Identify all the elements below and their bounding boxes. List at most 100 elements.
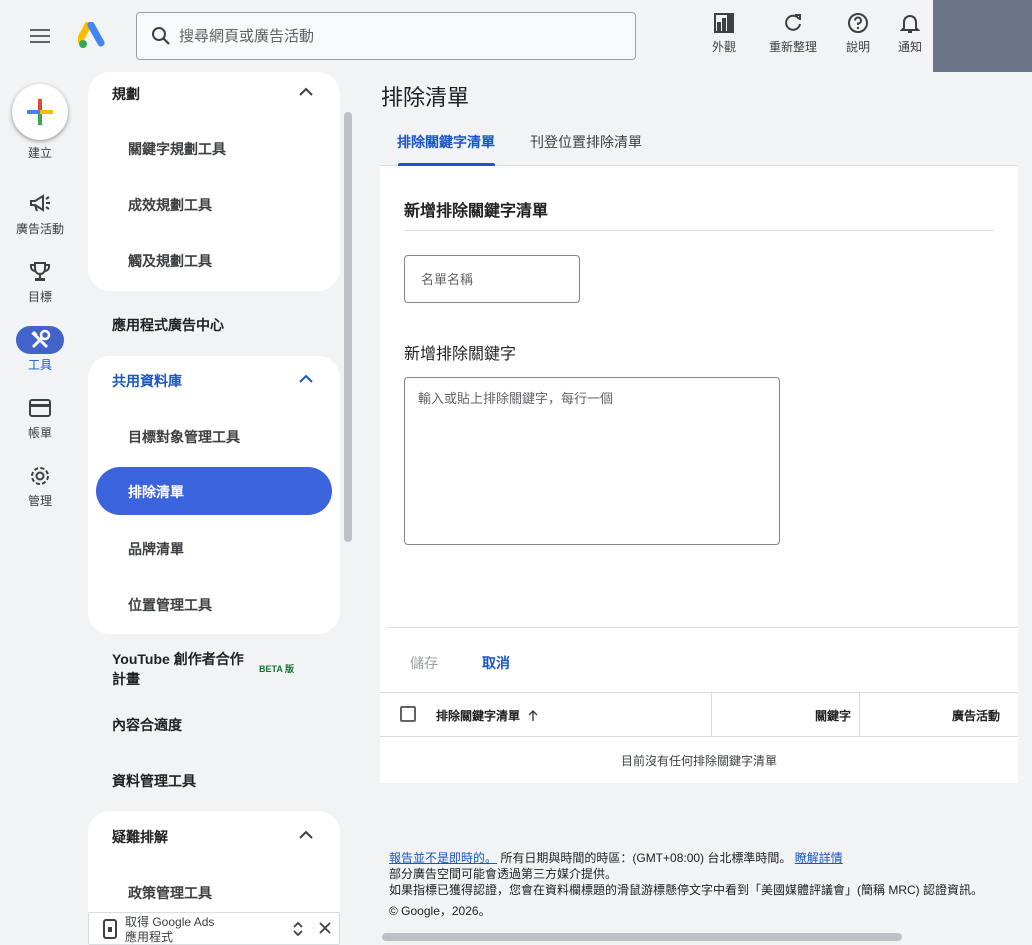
menu-icon[interactable] [24, 22, 56, 50]
gear-icon [31, 467, 49, 485]
create-button[interactable] [12, 84, 68, 140]
planning-section: 規劃 關鍵字規劃工具 成效規劃工具 觸及規劃工具 [88, 72, 340, 291]
get-app-text: 取得 Google Ads 應用程式 [125, 915, 214, 945]
close-icon[interactable] [319, 922, 331, 934]
page-title: 排除清單 [381, 85, 470, 110]
rail-label-campaigns: 廣告活動 [15, 222, 64, 236]
sidenav-scrollbar[interactable] [344, 112, 352, 542]
help-label: 說明 [845, 40, 870, 54]
nav-performance-planner[interactable]: 成效規劃工具 [128, 195, 212, 215]
nav-youtube-creator-line1: YouTube 創作者合作 [112, 651, 244, 667]
planning-header: 規劃 [112, 86, 140, 102]
rail-item-goals[interactable]: 目標 [0, 258, 80, 305]
keywords-textarea[interactable] [404, 377, 780, 545]
nav-content-suitability[interactable]: 內容合適度 [112, 715, 182, 735]
nav-data-manager[interactable]: 資料管理工具 [112, 771, 196, 791]
appearance-label: 外觀 [711, 40, 736, 54]
rail-item-billing[interactable]: 帳單 [0, 394, 80, 441]
copyright-text: © Google，2026。 [389, 904, 491, 918]
account-area[interactable] [933, 0, 1032, 72]
google-ads-logo[interactable] [76, 21, 108, 50]
reports-not-realtime-link[interactable]: 報告並不是即時的。 [389, 851, 497, 865]
nav-app-center[interactable]: 應用程式廣告中心 [112, 315, 224, 335]
expand-collapse-icon[interactable] [292, 921, 304, 937]
rail-label-billing: 帳單 [27, 426, 52, 440]
nav-placement-manager[interactable]: 位置管理工具 [128, 595, 212, 615]
nav-youtube-creator-line2: 計畫 [112, 671, 140, 687]
cancel-button[interactable]: 取消 [482, 653, 510, 673]
chevron-up-icon[interactable] [296, 825, 316, 845]
horizontal-scrollbar[interactable] [382, 933, 902, 941]
top-bar: 外觀 重新整理 說明 通知 [0, 0, 1032, 72]
timezone-text: 所有日期與時間的時區：(GMT+08:00) 台北標準時間。 [500, 851, 792, 865]
divider [404, 230, 994, 231]
nav-policy-manager[interactable]: 政策管理工具 [128, 883, 212, 903]
rail-label-tools: 工具 [27, 358, 52, 372]
get-app-banner[interactable]: 取得 Google Ads 應用程式 [88, 912, 340, 945]
nav-exclusion-lists[interactable]: 排除清單 [96, 467, 332, 515]
beta-badge: BETA 版 [259, 664, 294, 674]
help-button[interactable]: 說明 [830, 10, 886, 60]
nav-brand-lists[interactable]: 品牌清單 [128, 539, 184, 559]
nav-audience-manager[interactable]: 目標對象管理工具 [128, 427, 240, 447]
side-nav: 規劃 關鍵字規劃工具 成效規劃工具 觸及規劃工具 應用程式廣告中心 共用資料庫 … [88, 72, 342, 945]
tab-negative-keyword-lists[interactable]: 排除關鍵字清單 [397, 132, 495, 152]
mrc-text: 如果指標已獲得認證，您會在資料欄標題的滑鼠游標懸停文字中看到「美國媒體評議會」(… [389, 883, 983, 897]
search-input[interactable] [179, 27, 609, 45]
nav-exclusion-lists-label: 排除清單 [128, 484, 184, 500]
get-app-line2: 應用程式 [125, 930, 174, 944]
empty-table-message: 目前沒有任何排除關鍵字清單 [620, 754, 777, 768]
rail-item-tools[interactable]: 工具 [0, 326, 80, 373]
tools-icon [31, 329, 51, 349]
search-bar[interactable] [136, 12, 636, 60]
content-panel: 新增排除關鍵字清單 新增排除關鍵字 儲存 取消 排除關鍵字清單 關鍵字 廣告活動… [380, 166, 1018, 783]
refresh-icon [785, 14, 801, 31]
third-party-text: 部分廣告空間可能會透過第三方媒介提供。 [389, 867, 618, 881]
refresh-label: 重新整理 [768, 40, 817, 54]
troubleshoot-header: 疑難排解 [112, 829, 168, 845]
rail-item-admin[interactable]: 管理 [0, 462, 80, 509]
credit-card-icon [29, 399, 51, 417]
appearance-button[interactable]: 外觀 [692, 10, 756, 60]
nav-reach-planner[interactable]: 觸及規劃工具 [128, 251, 212, 271]
tab-placement-exclusion-lists[interactable]: 刊登位置排除清單 [530, 132, 642, 152]
shared-library-section: 共用資料庫 目標對象管理工具 排除清單 品牌清單 位置管理工具 [88, 356, 340, 634]
footer: 報告並不是即時的。 所有日期與時間的時區：(GMT+08:00) 台北標準時間。… [389, 850, 983, 919]
nav-youtube-creator[interactable]: YouTube 創作者合作 計畫 [112, 649, 244, 689]
chevron-up-icon[interactable] [296, 82, 316, 102]
search-icon [152, 27, 170, 45]
rail-item-campaigns[interactable]: 廣告活動 [0, 190, 80, 237]
save-button[interactable]: 儲存 [410, 653, 438, 673]
help-icon [848, 13, 868, 33]
get-app-line1: 取得 Google Ads [125, 915, 215, 929]
rail-label-goals: 目標 [27, 290, 52, 304]
rail-label-admin: 管理 [27, 494, 52, 508]
sort-ascending-icon [528, 709, 538, 721]
nav-keyword-planner[interactable]: 關鍵字規劃工具 [128, 139, 226, 159]
trophy-icon [30, 262, 50, 281]
plus-icon [27, 99, 53, 125]
column-header-list-label: 排除關鍵字清單 [436, 709, 521, 723]
notifications-label: 通知 [897, 40, 922, 54]
keywords-title: 新增排除關鍵字 [404, 346, 517, 363]
learn-more-link[interactable]: 瞭解詳情 [795, 851, 843, 865]
column-header-campaigns[interactable]: 廣告活動 [952, 707, 1000, 724]
appearance-icon [714, 13, 734, 33]
create-label: 建立 [27, 146, 52, 160]
divider [388, 627, 1018, 628]
left-rail: 建立 廣告活動 目標 工具 帳單 管理 [0, 72, 80, 945]
new-list-title: 新增排除關鍵字清單 [404, 203, 549, 220]
notifications-button[interactable]: 通知 [886, 10, 934, 60]
phone-icon [103, 919, 117, 939]
select-all-checkbox[interactable] [400, 706, 416, 722]
column-divider [859, 693, 860, 737]
tabs: 排除關鍵字清單 刊登位置排除清單 [380, 120, 1018, 166]
column-divider [711, 693, 712, 737]
megaphone-icon [30, 194, 50, 212]
chevron-up-icon[interactable] [296, 369, 316, 389]
refresh-button[interactable]: 重新整理 [756, 10, 830, 60]
list-name-field[interactable] [404, 255, 580, 303]
column-header-keywords[interactable]: 關鍵字 [815, 707, 851, 724]
shared-library-header: 共用資料庫 [112, 373, 182, 389]
column-header-list[interactable]: 排除關鍵字清單 [436, 707, 538, 724]
